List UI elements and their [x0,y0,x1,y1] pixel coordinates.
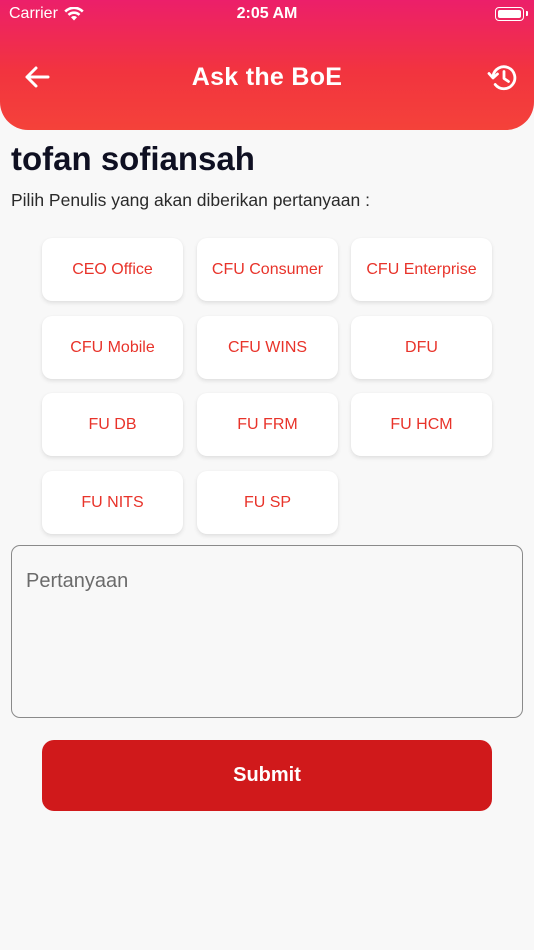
writer-chip[interactable]: FU SP [197,471,338,534]
writer-chip[interactable]: CFU Mobile [42,316,183,379]
writer-chip[interactable]: FU NITS [42,471,183,534]
instruction-text: Pilih Penulis yang akan diberikan pertan… [11,190,370,210]
writer-chip[interactable]: FU DB [42,393,183,456]
user-name: tofan sofiansah [11,140,255,177]
writer-chip[interactable]: CFU Enterprise [351,238,492,301]
submit-button[interactable]: Submit [42,740,492,811]
page-title: Ask the BoE [191,63,343,91]
question-input[interactable] [11,545,523,718]
status-time: 2:05 AM [236,5,298,22]
status-bar: Carrier 2:05 AM [0,0,534,30]
writer-chip[interactable]: CFU Consumer [197,238,338,301]
writer-chip[interactable]: CFU WINS [197,316,338,379]
writer-chip[interactable]: CEO Office [42,238,183,301]
history-icon[interactable] [487,62,519,94]
app-header: Carrier 2:05 AM Ask the BoE [0,0,534,130]
writer-chip[interactable]: DFU [351,316,492,379]
writer-chip[interactable]: FU FRM [197,393,338,456]
writer-chip[interactable]: FU HCM [351,393,492,456]
battery-icon [495,7,528,21]
